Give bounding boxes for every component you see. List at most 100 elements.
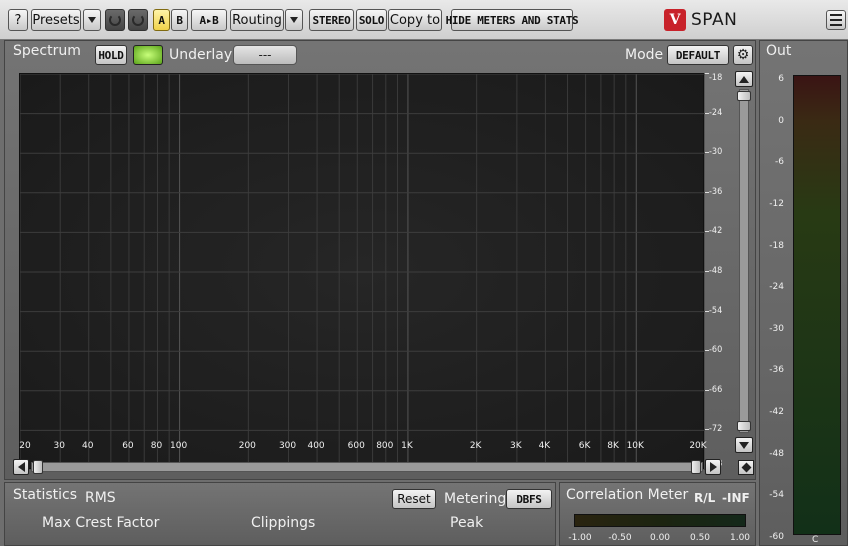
arrow-down-icon bbox=[739, 441, 749, 449]
vertical-scroll-track[interactable] bbox=[739, 89, 749, 433]
chevron-down-icon bbox=[290, 17, 298, 23]
correlation-value: -INF bbox=[722, 491, 750, 505]
help-button[interactable]: ? bbox=[8, 9, 28, 31]
help-label: ? bbox=[14, 12, 22, 28]
statistics-tab[interactable]: Statistics bbox=[13, 487, 77, 503]
out-scale-label: -36 bbox=[769, 365, 784, 376]
correlation-scale-label: 0.50 bbox=[689, 533, 711, 543]
db-label: -54 bbox=[709, 305, 723, 316]
toolbar: ? Presets A B A▸B Routing STEREO SOLO Co… bbox=[0, 0, 848, 40]
settings-button[interactable]: ⚙ bbox=[733, 45, 753, 65]
frequency-label: 400 bbox=[307, 441, 325, 451]
frequency-label: 40 bbox=[82, 441, 94, 451]
correlation-panel: Correlation Meter R/L -INF -1.00 -0.50 0.0… bbox=[559, 482, 756, 546]
stereo-button[interactable]: STEREO bbox=[309, 9, 354, 31]
hold-indicator[interactable] bbox=[133, 45, 163, 65]
presets-label: Presets bbox=[32, 12, 80, 28]
mode-value: DEFAULT bbox=[675, 48, 721, 62]
vertical-scroll-thumb-bottom[interactable] bbox=[737, 421, 751, 431]
gear-icon: ⚙ bbox=[736, 47, 750, 63]
presets-dropdown-button[interactable] bbox=[83, 9, 101, 31]
hide-meters-button[interactable]: HIDE METERS AND STATS bbox=[446, 9, 579, 31]
frequency-label: 100 bbox=[170, 441, 188, 451]
metering-button[interactable]: DBFS bbox=[506, 489, 552, 509]
correlation-rl-label: R/L bbox=[694, 491, 716, 505]
menu-button[interactable] bbox=[826, 10, 846, 30]
out-level-meter bbox=[793, 75, 841, 535]
vertical-scroll-thumb-top[interactable] bbox=[737, 91, 751, 101]
logo-mark: V bbox=[664, 9, 686, 31]
correlation-scale-label: 1.00 bbox=[729, 533, 751, 543]
hold-label: HOLD bbox=[98, 48, 124, 62]
solo-button[interactable]: SOLO bbox=[356, 9, 387, 31]
db-label: -30 bbox=[709, 147, 723, 158]
out-scale-label: -18 bbox=[769, 240, 784, 251]
arrow-up-icon bbox=[739, 75, 749, 83]
reset-zoom-button[interactable] bbox=[738, 460, 754, 475]
frequency-label: 30 bbox=[53, 441, 65, 451]
frequency-scale: 20 30 40 60 80 100 200 300 400 600 800 1K 2K 3K 4K 6K 8K… bbox=[19, 441, 707, 457]
frequency-label: 20 bbox=[19, 441, 31, 451]
reset-label: Reset bbox=[397, 492, 431, 506]
out-channel-label: C bbox=[812, 535, 819, 545]
reset-button[interactable]: Reset bbox=[392, 489, 436, 509]
routing-dropdown-button[interactable] bbox=[285, 9, 303, 31]
routing-button[interactable]: Routing bbox=[230, 9, 284, 31]
max-crest-factor-label: Max Crest Factor bbox=[42, 515, 160, 531]
logo: V SPAN bbox=[664, 8, 737, 32]
copy-to-button[interactable]: Copy to bbox=[388, 9, 442, 31]
frequency-label: 3K bbox=[510, 441, 522, 451]
out-scale-label: 0 bbox=[778, 115, 784, 126]
ab-a-button[interactable]: A bbox=[153, 9, 170, 31]
frequency-label: 4K bbox=[538, 441, 551, 451]
a-to-b-label: A▸B bbox=[199, 13, 219, 27]
chevron-down-icon bbox=[88, 17, 96, 23]
out-panel: Out 6 0 -6 -12 -18 -24 -30 -36 -42 -48 -54 -60 C bbox=[759, 40, 848, 546]
out-scale-label: -12 bbox=[769, 198, 784, 209]
db-label: -36 bbox=[709, 186, 723, 197]
undo-button[interactable] bbox=[105, 9, 125, 31]
spectrum-grid bbox=[20, 74, 705, 470]
frequency-label: 20K bbox=[689, 441, 707, 451]
frequency-label: 6K bbox=[578, 441, 591, 451]
frequency-label: 60 bbox=[122, 441, 134, 451]
horizontal-scroll-thumb-left[interactable] bbox=[33, 460, 43, 474]
out-tab: Out bbox=[766, 43, 792, 59]
presets-button[interactable]: Presets bbox=[31, 9, 81, 31]
spectrum-tab[interactable]: Spectrum bbox=[13, 43, 81, 59]
underlay-select[interactable]: --- bbox=[233, 45, 297, 65]
horizontal-scrollbar[interactable] bbox=[13, 459, 753, 475]
clippings-label: Clippings bbox=[251, 515, 316, 531]
vertical-scrollbar[interactable] bbox=[735, 71, 753, 455]
frequency-label: 80 bbox=[150, 441, 163, 451]
frequency-label: 200 bbox=[238, 441, 256, 451]
correlation-scale-label: -0.50 bbox=[608, 533, 632, 543]
horizontal-scroll-track[interactable] bbox=[31, 462, 703, 472]
redo-button[interactable] bbox=[128, 9, 148, 31]
correlation-bar bbox=[574, 514, 746, 527]
out-scale-label: -6 bbox=[775, 157, 784, 168]
scroll-down-button[interactable] bbox=[735, 437, 753, 453]
out-scale-label: -60 bbox=[769, 532, 784, 542]
statistics-panel: Statistics RMS Reset Metering DBFS Max C… bbox=[4, 482, 556, 546]
frequency-label: 600 bbox=[347, 441, 365, 451]
scroll-left-button[interactable] bbox=[13, 459, 29, 475]
horizontal-scroll-thumb-right[interactable] bbox=[691, 460, 701, 474]
stereo-label: STEREO bbox=[312, 13, 351, 27]
hold-button[interactable]: HOLD bbox=[95, 45, 127, 65]
out-scale-label: -48 bbox=[769, 448, 784, 459]
db-label: -42 bbox=[709, 226, 723, 237]
undo-icon bbox=[109, 14, 121, 26]
out-scale: 6 0 -6 -12 -18 -24 -30 -36 -42 -48 -54 -60 bbox=[760, 71, 788, 542]
a-to-b-button[interactable]: A▸B bbox=[191, 9, 227, 31]
correlation-scale-label: -1.00 bbox=[568, 533, 592, 543]
scroll-up-button[interactable] bbox=[735, 71, 753, 87]
db-label: -48 bbox=[709, 266, 723, 276]
mode-button[interactable]: DEFAULT bbox=[667, 45, 729, 65]
ab-b-button[interactable]: B bbox=[171, 9, 188, 31]
ab-b-label: B bbox=[176, 13, 183, 27]
frequency-label: 2K bbox=[469, 441, 482, 451]
scroll-right-button[interactable] bbox=[705, 459, 721, 475]
arrow-left-icon bbox=[17, 462, 25, 472]
spectrum-graph[interactable] bbox=[19, 73, 705, 470]
